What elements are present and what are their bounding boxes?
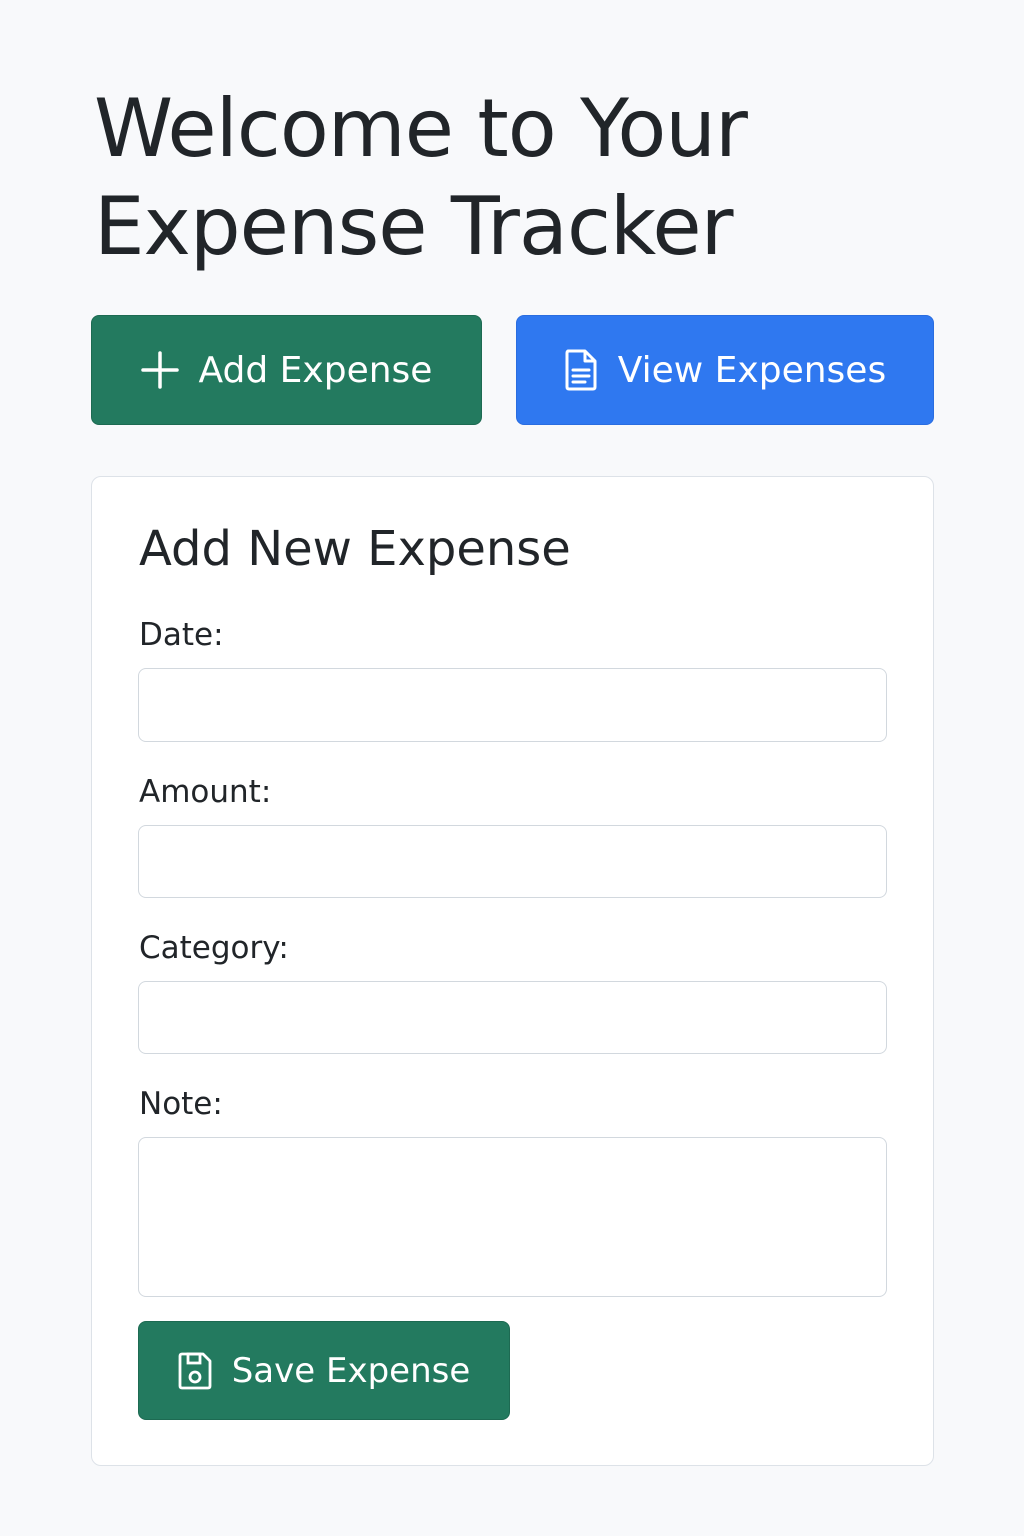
amount-label: Amount: [139,774,272,810]
save-expense-label: Save Expense [231,1350,471,1391]
category-label: Category: [139,930,289,966]
add-expense-form: Add New Expense Date: Amount: Category: … [91,476,934,1466]
view-expenses-button[interactable]: View Expenses [516,315,934,425]
note-label: Note: [139,1086,223,1122]
floppy-disk-icon [178,1352,212,1390]
date-label: Date: [139,617,224,653]
document-icon [564,349,598,391]
add-expense-button[interactable]: Add Expense [91,315,482,425]
amount-field[interactable] [138,825,887,898]
note-field[interactable] [138,1137,887,1297]
add-expense-label: Add Expense [198,349,433,391]
plus-icon [140,351,179,389]
category-field[interactable] [138,981,887,1054]
save-expense-button[interactable]: Save Expense [138,1321,510,1420]
form-title: Add New Expense [139,521,571,577]
page-title: Welcome to Your Expense Tracker [94,82,748,273]
view-expenses-label: View Expenses [617,349,887,391]
date-field[interactable] [138,668,887,742]
